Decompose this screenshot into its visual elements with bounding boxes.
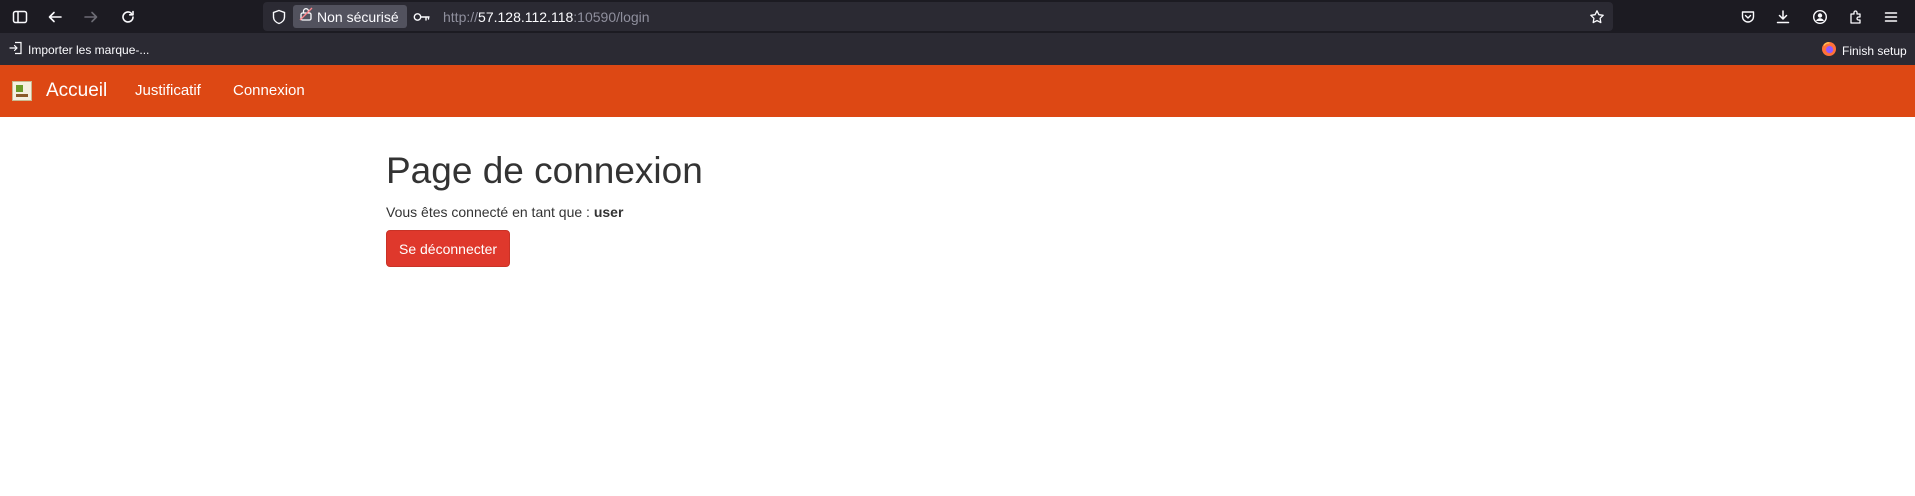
finish-setup-label: Finish setup: [1842, 43, 1907, 58]
brand-logo-image[interactable]: [12, 81, 32, 101]
url-text[interactable]: http://57.128.112.118:10590/login: [443, 9, 650, 25]
pocket-icon[interactable]: [1736, 5, 1760, 29]
key-icon[interactable]: [412, 7, 432, 27]
menu-icon[interactable]: [1879, 5, 1903, 29]
url-bar[interactable]: Non sécurisé http://57.128.112.118:10590…: [263, 2, 1613, 31]
firefox-logo-icon: [1821, 41, 1837, 60]
url-scheme: http://: [443, 9, 479, 25]
app-navbar: Accueil Justificatif Connexion: [0, 65, 1915, 117]
logout-button[interactable]: Se déconnecter: [386, 230, 511, 267]
shield-icon[interactable]: [269, 7, 289, 27]
login-status-text: Vous êtes connecté en tant que : user: [386, 204, 703, 220]
sidebar-toggle-icon[interactable]: [8, 5, 32, 29]
not-secure-label: Non sécurisé: [317, 8, 399, 25]
main-content: Page de connexion Vous êtes connecté en …: [386, 150, 703, 267]
finish-setup-button[interactable]: Finish setup: [1821, 41, 1907, 60]
forward-arrow-icon[interactable]: [79, 5, 103, 29]
nav-brand-home[interactable]: Accueil: [46, 80, 107, 102]
reload-icon[interactable]: [116, 5, 140, 29]
login-status-prefix: Vous êtes connecté en tant que :: [386, 204, 590, 220]
url-host: 57.128.112.118: [478, 9, 574, 25]
site-permission-button[interactable]: Non sécurisé: [293, 5, 407, 28]
nav-link-connexion[interactable]: Connexion: [233, 82, 305, 99]
browser-toolbar: Non sécurisé http://57.128.112.118:10590…: [0, 0, 1915, 33]
page-title: Page de connexion: [386, 150, 703, 191]
account-icon[interactable]: [1808, 5, 1832, 29]
back-arrow-icon[interactable]: [43, 5, 67, 29]
import-icon: [9, 41, 23, 58]
url-path: :10590/login: [573, 9, 650, 25]
nav-link-justificatif[interactable]: Justificatif: [135, 82, 201, 99]
downloads-icon[interactable]: [1771, 5, 1795, 29]
bookmark-star-icon[interactable]: [1587, 7, 1607, 27]
import-bookmarks-button[interactable]: Importer les marque-...: [9, 41, 149, 58]
logged-in-username: user: [593, 204, 624, 220]
bookmarks-bar: Importer les marque-... Finish setup: [0, 33, 1915, 65]
lock-warning-icon: [299, 7, 313, 26]
import-bookmarks-label: Importer les marque-...: [28, 42, 150, 57]
extensions-icon[interactable]: [1844, 5, 1868, 29]
